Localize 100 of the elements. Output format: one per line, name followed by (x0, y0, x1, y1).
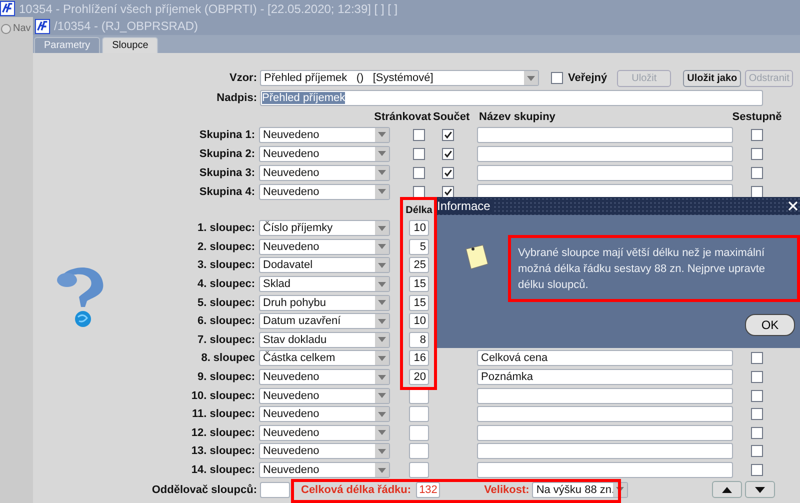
field-label: 10. sloupec: (190, 390, 256, 402)
dropdown[interactable]: Částka celkem (259, 350, 390, 366)
input-field[interactable]: 25 (409, 257, 429, 274)
input-field[interactable] (477, 388, 733, 404)
checkbox[interactable] (413, 128, 425, 140)
column-header: Sestupně (732, 111, 782, 123)
checkbox[interactable] (442, 148, 454, 160)
dropdown[interactable]: Neuvedeno (259, 126, 390, 142)
input-field[interactable]: 16 (409, 350, 429, 366)
checkbox[interactable] (751, 186, 763, 198)
input-field[interactable] (409, 406, 429, 422)
dropdown[interactable]: Neuvedeno (259, 462, 390, 478)
checkbox[interactable] (413, 148, 425, 160)
input-field[interactable]: 10 (409, 220, 429, 236)
dropdown-arrow-icon (378, 356, 386, 361)
nav-tab[interactable]: Nav (0, 23, 33, 34)
dropdown[interactable]: Stav dokladu (259, 332, 390, 348)
dropdown[interactable]: Neuvedeno (259, 424, 390, 441)
input-field[interactable]: Poznámka (477, 369, 733, 386)
dropdown[interactable]: Přehled příjemek () [Systémové] (260, 70, 539, 86)
dropdown[interactable]: Sklad (259, 276, 390, 292)
dropdown[interactable]: Druh pohybu (259, 294, 390, 311)
dropdown[interactable]: Neuvedeno (259, 238, 390, 255)
input-field[interactable]: 15 (409, 276, 429, 292)
input-field[interactable] (409, 443, 429, 460)
input-field[interactable] (477, 462, 733, 478)
dropdown[interactable]: Neuvedeno (259, 146, 390, 162)
checkbox[interactable] (551, 72, 563, 84)
input-field[interactable] (260, 482, 290, 498)
input-field[interactable] (477, 164, 733, 180)
dropdown-arrow-icon (378, 318, 386, 324)
dropdown[interactable]: Neuvedeno (259, 388, 390, 404)
app-title: 10354 - Prohlížení všech příjemek (OBPRTI) - [22.05.2020; 12:39] [ ] [ ] (19, 2, 398, 16)
input-field[interactable] (477, 424, 733, 441)
input-field[interactable]: 15 (409, 294, 429, 311)
dropdown[interactable]: Číslo příjemky (259, 220, 390, 236)
dropdown-arrow-icon (378, 430, 386, 436)
checkbox[interactable] (751, 390, 763, 402)
checkbox[interactable] (751, 371, 763, 384)
dialog-message: Vybrané sloupce mají větší délku než je maximální možná délka řádku sestavy 88 zn. Nejprve upravte délku sloupců. (508, 235, 800, 302)
tab[interactable]: Sloupce (102, 37, 158, 53)
dropdown[interactable]: Neuvedeno (259, 184, 390, 200)
dropdown-arrow-icon (378, 244, 386, 250)
dropdown-arrow-icon (378, 393, 386, 398)
field-label: 2. sloupec: (196, 240, 256, 253)
checkbox[interactable] (751, 148, 763, 160)
input-field[interactable] (477, 126, 733, 142)
move-down-button[interactable] (745, 481, 776, 498)
checkbox[interactable] (751, 128, 763, 140)
checkbox[interactable] (442, 186, 454, 198)
ok-button[interactable]: OK (745, 314, 795, 336)
field-label: Skupina 1: (198, 128, 256, 140)
dropdown-arrow-icon (378, 151, 386, 156)
dropdown-arrow-icon (527, 76, 535, 80)
dropdown[interactable]: Neuvedeno (259, 369, 390, 386)
close-icon[interactable] (788, 201, 798, 211)
input-field: 132 (416, 482, 440, 498)
input-field[interactable] (477, 146, 733, 162)
checkbox[interactable] (751, 352, 763, 364)
dropdown[interactable]: Datum uzavření (259, 313, 390, 330)
dropdown[interactable]: Dodavatel (259, 257, 390, 274)
input-field[interactable] (409, 424, 429, 441)
checkbox[interactable] (413, 186, 425, 198)
input-field[interactable] (477, 406, 733, 422)
dropdown[interactable]: Neuvedeno (259, 443, 390, 460)
field-label: 1. sloupec: (196, 222, 256, 234)
input-field[interactable]: Celková cena (477, 350, 733, 366)
column-header: Název skupiny (479, 111, 556, 123)
input-field[interactable]: 20 (409, 369, 429, 386)
field-label: Skupina 2: (198, 148, 256, 160)
dropdown[interactable]: Neuvedeno (259, 164, 390, 180)
dropdown-arrow-icon (378, 337, 386, 342)
field-label: 5. sloupec: (196, 296, 256, 309)
up-arrow-icon (722, 486, 732, 493)
checkbox[interactable] (751, 408, 763, 420)
checkbox[interactable] (751, 445, 763, 458)
checkbox[interactable] (751, 464, 763, 476)
input-field[interactable]: Přehled příjemek (260, 90, 763, 106)
checkbox[interactable] (413, 166, 425, 178)
checkbox[interactable] (442, 166, 454, 178)
field-label: Celková délka řádku: (301, 484, 412, 496)
dropdown-arrow-icon (378, 170, 386, 175)
dropdown-arrow-icon (378, 282, 386, 287)
input-field[interactable] (409, 462, 429, 478)
field-label: Skupina 4: (198, 186, 256, 198)
checkbox[interactable] (442, 128, 454, 140)
input-field[interactable]: 5 (409, 238, 429, 255)
input-field[interactable] (477, 443, 733, 460)
dropdown[interactable]: Neuvedeno (259, 406, 390, 422)
input-field[interactable]: 8 (409, 332, 429, 348)
dropdown-arrow-icon (378, 189, 386, 194)
button[interactable]: Uložit jako (683, 70, 742, 86)
checkbox[interactable] (751, 426, 763, 439)
field-label: 8. sloupec (200, 352, 256, 364)
dropdown-arrow-icon (378, 468, 386, 473)
dropdown-arrow-icon (378, 132, 386, 137)
checkbox[interactable] (751, 166, 763, 178)
move-up-button[interactable] (712, 481, 742, 498)
input-field[interactable]: 10 (409, 313, 429, 330)
field-label: Skupina 3: (198, 166, 256, 178)
